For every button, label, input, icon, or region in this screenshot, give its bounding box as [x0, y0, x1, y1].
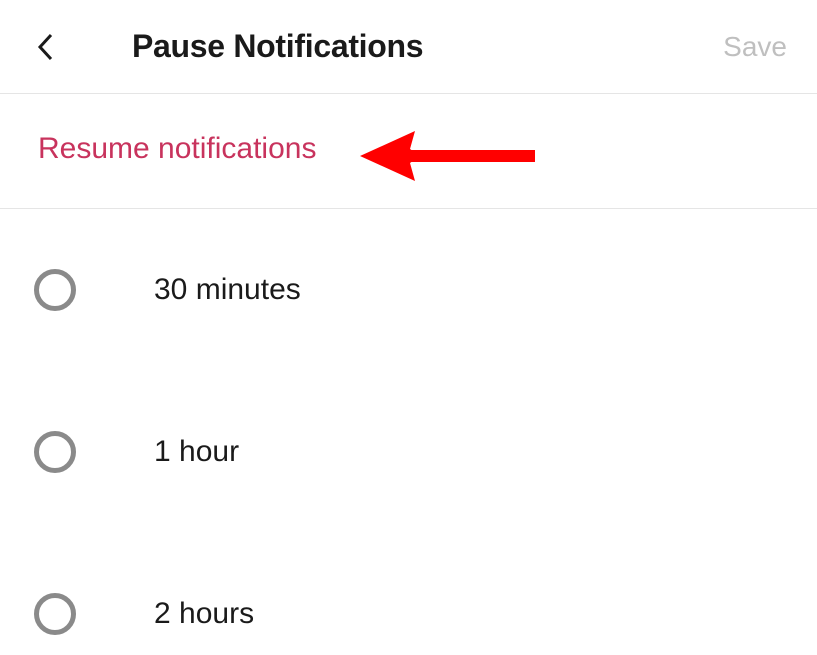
- page-title: Pause Notifications: [132, 28, 723, 65]
- resume-section: Resume notifications: [0, 94, 817, 209]
- resume-notifications-link[interactable]: Resume notifications: [38, 132, 316, 165]
- option-label: 2 hours: [154, 597, 254, 631]
- arrow-annotation-icon: [360, 121, 540, 191]
- chevron-left-icon: [36, 32, 54, 62]
- back-button[interactable]: [36, 32, 54, 62]
- option-2-hours[interactable]: 2 hours: [0, 573, 817, 655]
- radio-button[interactable]: [34, 431, 76, 473]
- option-1-hour[interactable]: 1 hour: [0, 411, 817, 493]
- options-list: 30 minutes 1 hour 2 hours: [0, 209, 817, 655]
- save-button[interactable]: Save: [723, 31, 787, 63]
- radio-button[interactable]: [34, 269, 76, 311]
- option-label: 1 hour: [154, 435, 239, 469]
- option-label: 30 minutes: [154, 273, 301, 307]
- option-30-minutes[interactable]: 30 minutes: [0, 249, 817, 331]
- radio-button[interactable]: [34, 593, 76, 635]
- header: Pause Notifications Save: [0, 0, 817, 94]
